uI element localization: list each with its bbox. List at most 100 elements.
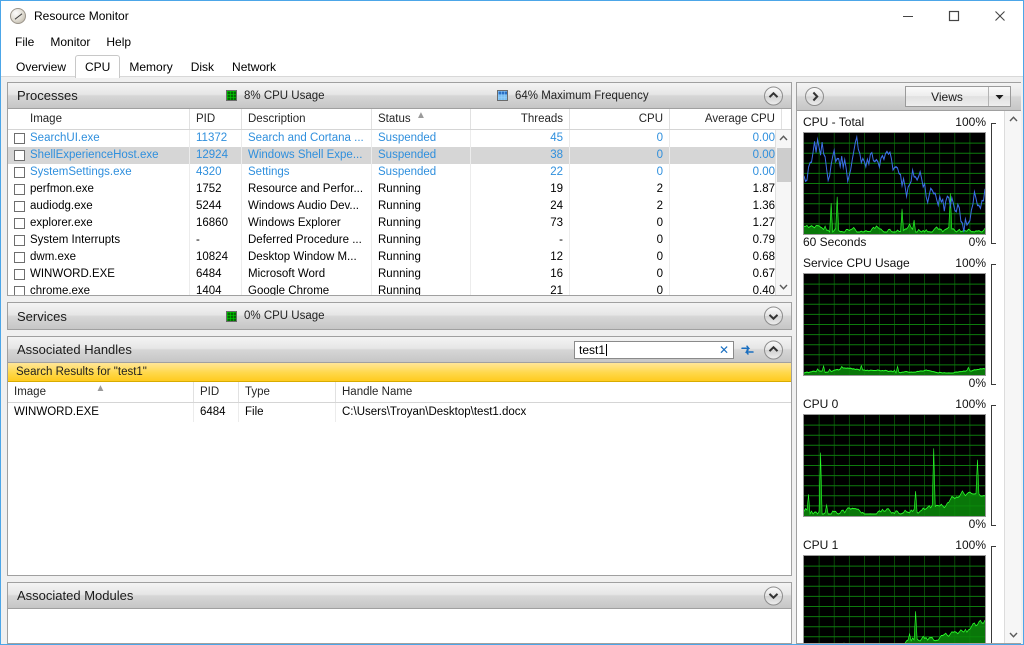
handles-col-type[interactable]: Type xyxy=(239,382,336,402)
col-header-cpu[interactable]: CPU xyxy=(570,109,670,129)
processes-collapse-button[interactable] xyxy=(764,86,783,105)
graph-panel-expand-button[interactable] xyxy=(805,87,824,106)
services-title: Services xyxy=(17,308,67,324)
menu-help[interactable]: Help xyxy=(98,33,139,51)
processes-grid: Image PID Description ▲ Status Threads C… xyxy=(8,109,791,295)
cell-pid: 10824 xyxy=(190,249,242,266)
close-button[interactable] xyxy=(977,1,1023,31)
cell-pid: 5244 xyxy=(190,198,242,215)
cell-average-cpu: 0.79 xyxy=(670,232,782,249)
cell-description: Google Chrome xyxy=(242,283,372,295)
table-row[interactable]: SystemSettings.exe 4320 Settings Suspended 2… xyxy=(8,164,791,181)
tab-disk[interactable]: Disk xyxy=(182,57,223,77)
modules-header[interactable]: Associated Modules xyxy=(8,583,791,609)
scroll-down-icon[interactable] xyxy=(1005,627,1021,643)
col-header-pid[interactable]: PID xyxy=(190,109,242,129)
table-row[interactable]: perfmon.exe 1752 Resource and Perfor... Run… xyxy=(8,181,791,198)
col-header-threads[interactable]: Threads xyxy=(471,109,570,129)
clear-x-icon[interactable]: ✕ xyxy=(719,344,729,356)
menu-file[interactable]: File xyxy=(7,33,42,51)
row-checkbox[interactable] xyxy=(14,218,25,229)
table-row[interactable]: WINWORD.EXE 6484 File C:\Users\Troyan\Deskt… xyxy=(8,403,791,422)
modules-expand-button[interactable] xyxy=(764,586,783,605)
tab-cpu[interactable]: CPU xyxy=(75,55,121,78)
processes-scroll-track[interactable] xyxy=(776,146,792,279)
cell-cpu: 0 xyxy=(570,147,670,164)
graph-scroll-track[interactable] xyxy=(1005,127,1021,627)
cell-image-label: dwm.exe xyxy=(30,251,77,263)
col-header-description[interactable]: Description xyxy=(242,109,372,129)
scroll-down-icon[interactable] xyxy=(776,279,792,295)
row-checkbox[interactable] xyxy=(14,201,25,212)
table-row[interactable]: dwm.exe 10824 Desktop Window M... Running 12… xyxy=(8,249,791,266)
processes-header[interactable]: Processes 8% CPU Usage 64% Maximum Frequ… xyxy=(8,83,791,109)
processes-max-frequency-stat: 64% Maximum Frequency xyxy=(497,90,649,102)
modules-title: Associated Modules xyxy=(17,588,134,603)
services-expand-button[interactable] xyxy=(764,306,783,326)
cell-image-label: WINWORD.EXE xyxy=(30,268,115,280)
handles-header[interactable]: Associated Handles test1 ✕ xyxy=(8,337,791,363)
row-checkbox[interactable] xyxy=(14,184,25,195)
col-header-image[interactable]: Image xyxy=(8,109,190,129)
cell-description: Microsoft Word xyxy=(242,266,372,283)
processes-grid-header: Image PID Description ▲ Status Threads C… xyxy=(8,109,791,130)
graph-bottom-labels: 0% xyxy=(803,517,1002,534)
handles-col-pid[interactable]: PID xyxy=(194,382,239,402)
row-checkbox[interactable] xyxy=(14,252,25,263)
search-results-banner: Search Results for "test1" xyxy=(8,363,791,382)
main-body: Processes 8% CPU Usage 64% Maximum Frequ… xyxy=(1,77,1023,644)
graph-canvas-row xyxy=(803,123,1002,244)
table-row[interactable]: SearchUI.exe 11372 Search and Cortana ... S… xyxy=(8,130,791,147)
row-checkbox[interactable] xyxy=(14,235,25,246)
cell-image: SearchUI.exe xyxy=(8,130,190,147)
graph-min-label: 0% xyxy=(968,235,986,249)
col-header-average-cpu[interactable]: Average CPU xyxy=(670,109,782,129)
graph-panel: Views CPU - Total 100% 60 Seconds 0% Service… xyxy=(796,82,1021,644)
handles-collapse-button[interactable] xyxy=(764,340,783,359)
views-button[interactable]: Views xyxy=(905,86,1011,107)
row-checkbox[interactable] xyxy=(14,167,25,178)
table-row[interactable]: audiodg.exe 5244 Windows Audio Dev... Runni… xyxy=(8,198,791,215)
row-checkbox[interactable] xyxy=(14,133,25,144)
tab-overview[interactable]: Overview xyxy=(7,57,75,77)
row-checkbox[interactable] xyxy=(14,150,25,161)
maximize-button[interactable] xyxy=(931,1,977,31)
row-checkbox[interactable] xyxy=(14,286,25,295)
col-header-status[interactable]: ▲ Status xyxy=(372,109,471,129)
services-cpu-indicator-icon xyxy=(226,310,237,322)
handles-col-handle-name[interactable]: Handle Name xyxy=(336,382,783,402)
chevron-down-icon xyxy=(768,313,779,320)
cell-image-label: SystemSettings.exe xyxy=(30,166,132,178)
tab-memory[interactable]: Memory xyxy=(120,57,181,77)
views-dropdown-arrow[interactable] xyxy=(988,87,1010,106)
table-row[interactable]: System Interrupts - Deferred Procedure ...… xyxy=(8,232,791,249)
processes-scrollbar[interactable] xyxy=(775,130,791,295)
sort-ascending-icon: ▲ xyxy=(95,383,106,394)
graph-max-label: 100% xyxy=(955,256,986,270)
table-row[interactable]: chrome.exe 1404 Google Chrome Running 21 0 0.4… xyxy=(8,283,791,295)
graph-panel-scrollbar[interactable] xyxy=(1004,111,1021,643)
scroll-up-icon[interactable] xyxy=(1005,111,1021,127)
minimize-button[interactable] xyxy=(885,1,931,31)
cell-description: Deferred Procedure ... xyxy=(242,232,372,249)
cell-threads: 73 xyxy=(471,215,570,232)
scroll-up-icon[interactable] xyxy=(776,130,792,146)
table-row[interactable]: WINWORD.EXE 6484 Microsoft Word Running 16 0 0… xyxy=(8,266,791,283)
cell-status: Running xyxy=(372,283,471,295)
handles-col-image[interactable]: ▲ Image xyxy=(8,382,194,402)
handles-search-value: test1 xyxy=(579,342,606,357)
table-row[interactable]: explorer.exe 16860 Windows Explorer Running… xyxy=(8,215,791,232)
row-checkbox[interactable] xyxy=(14,269,25,280)
table-row[interactable]: ShellExperienceHost.exe 12924 Windows Shel… xyxy=(8,147,791,164)
menu-monitor[interactable]: Monitor xyxy=(42,33,98,51)
handles-search-input[interactable]: test1 ✕ xyxy=(574,340,734,359)
tab-network[interactable]: Network xyxy=(223,57,285,77)
processes-scroll-thumb[interactable] xyxy=(776,148,791,182)
cell-pid: 4320 xyxy=(190,164,242,181)
services-header[interactable]: Services 0% CPU Usage xyxy=(8,303,791,329)
processes-grid-body: SearchUI.exe 11372 Search and Cortana ... S… xyxy=(8,130,791,295)
refresh-icon[interactable] xyxy=(739,342,755,358)
cell-image-label: SearchUI.exe xyxy=(30,132,100,144)
cell-cpu: 0 xyxy=(570,215,670,232)
cell-threads: 21 xyxy=(471,283,570,295)
